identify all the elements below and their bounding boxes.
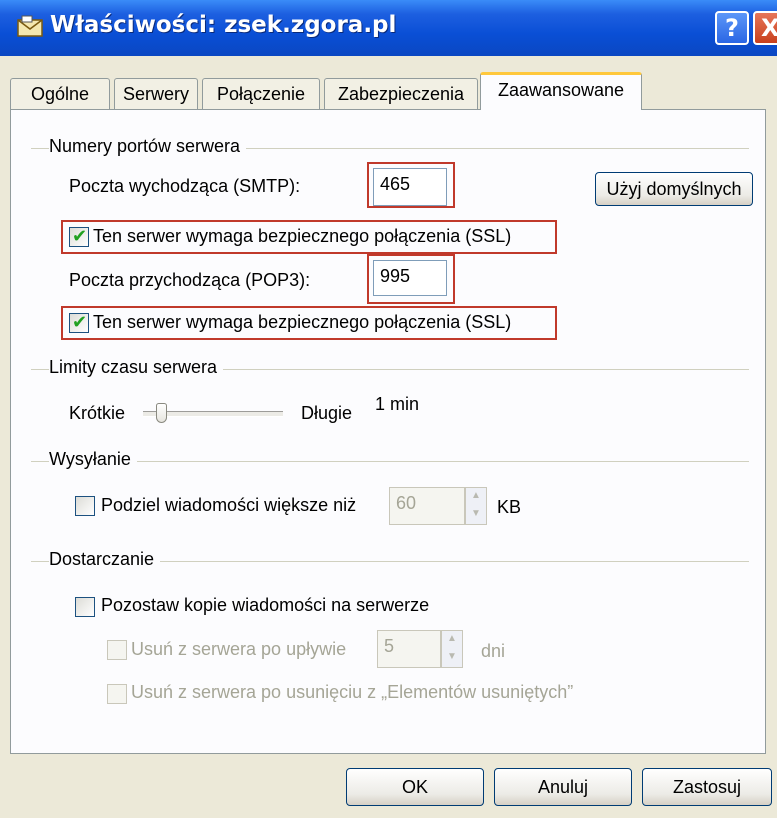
spin-down-icon[interactable]: ▼ xyxy=(442,649,462,667)
pop3-port-highlight xyxy=(367,254,455,304)
smtp-label: Poczta wychodząca (SMTP): xyxy=(69,176,301,196)
use-default-button[interactable]: Użyj domyślnych xyxy=(595,172,753,206)
remove-after-spinner[interactable]: ▲ ▼ xyxy=(441,630,463,668)
long-label: Długie xyxy=(301,403,353,423)
kb-unit-label: KB xyxy=(497,497,522,517)
tab-connection[interactable]: Połączenie xyxy=(202,78,320,109)
dialog-body: Ogólne Serwery Połączenie Zabezpieczenia… xyxy=(0,56,777,818)
smtp-ssl-checkbox[interactable]: ✔ xyxy=(69,226,89,247)
spin-down-icon[interactable]: ▼ xyxy=(466,506,486,524)
ports-group-title: Numery portów serwera xyxy=(49,136,247,157)
split-size-spinner[interactable]: ▲ ▼ xyxy=(465,487,487,525)
apply-button[interactable]: Zastosuj xyxy=(642,768,772,806)
spin-up-icon[interactable]: ▲ xyxy=(466,488,486,506)
timeout-value: 1 min xyxy=(375,394,420,414)
tab-security[interactable]: Zabezpieczenia xyxy=(324,78,478,109)
advanced-panel: Numery portów serwera Poczta wychodząca … xyxy=(10,109,766,754)
short-label: Krótkie xyxy=(69,403,126,423)
smtp-ssl-label: Ten serwer wymaga bezpiecznego połączeni… xyxy=(93,226,512,246)
cancel-button[interactable]: Anuluj xyxy=(494,768,632,806)
checkmark-icon: ✔ xyxy=(72,312,88,333)
pop3-label: Poczta przychodząca (POP3): xyxy=(69,270,311,290)
timeouts-group-title: Limity czasu serwera xyxy=(49,357,224,378)
envelope-icon xyxy=(17,15,43,37)
help-button[interactable]: ? xyxy=(715,11,749,45)
remove-after-input[interactable]: 5 xyxy=(377,630,441,668)
sending-group-title: Wysyłanie xyxy=(49,449,137,470)
split-messages-label: Podziel wiadomości większe niż xyxy=(101,495,357,515)
tab-servers[interactable]: Serwery xyxy=(114,78,198,109)
spin-up-icon[interactable]: ▲ xyxy=(442,631,462,649)
days-label: dni xyxy=(481,641,506,661)
remove-after-label: Usuń z serwera po upływie xyxy=(131,639,347,659)
ok-button[interactable]: OK xyxy=(346,768,484,806)
window-title: Właściwości: zsek.zgora.pl xyxy=(50,12,397,38)
remove-deleted-label: Usuń z serwera po usunięciu z „Elementów… xyxy=(131,682,574,702)
split-size-input[interactable]: 60 xyxy=(389,487,465,525)
pop3-ssl-label: Ten serwer wymaga bezpiecznego połączeni… xyxy=(93,312,512,332)
timeout-slider-thumb[interactable] xyxy=(155,403,167,423)
tab-advanced[interactable]: Zaawansowane xyxy=(480,72,642,110)
checkmark-icon: ✔ xyxy=(72,226,88,247)
smtp-port-highlight xyxy=(367,162,455,208)
leave-copy-label: Pozostaw kopie wiadomości na serwerze xyxy=(101,595,430,615)
split-messages-checkbox[interactable] xyxy=(75,496,95,516)
remove-after-checkbox[interactable] xyxy=(107,640,127,660)
close-button[interactable]: X xyxy=(753,11,777,45)
tab-general[interactable]: Ogólne xyxy=(10,78,110,109)
remove-deleted-checkbox[interactable] xyxy=(107,684,127,704)
sending-divider xyxy=(31,461,749,462)
leave-copy-checkbox[interactable] xyxy=(75,597,95,617)
pop3-ssl-checkbox[interactable]: ✔ xyxy=(69,312,89,333)
title-bar[interactable]: Właściwości: zsek.zgora.pl ? X xyxy=(0,0,777,56)
delivery-group-title: Dostarczanie xyxy=(49,549,161,570)
